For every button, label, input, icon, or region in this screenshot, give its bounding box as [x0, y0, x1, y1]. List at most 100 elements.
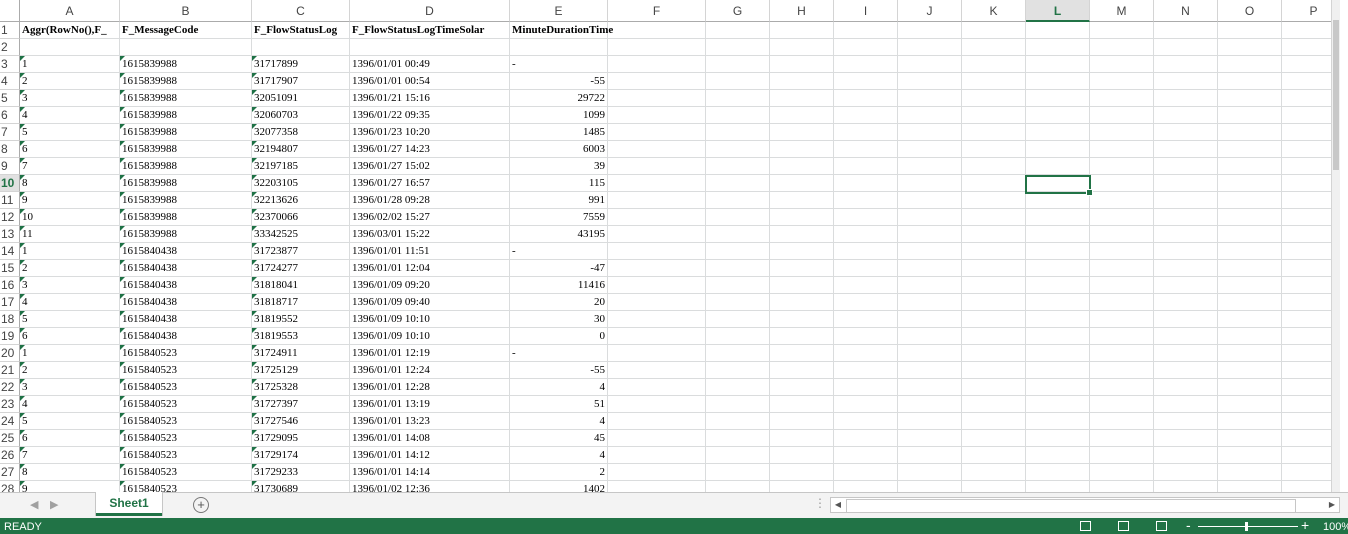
empty-cell[interactable]	[1090, 294, 1154, 311]
cell-d[interactable]: F_FlowStatusLogTimeSolar	[350, 22, 510, 39]
empty-cell[interactable]	[834, 345, 898, 362]
cell-c[interactable]: 31717899	[252, 56, 350, 73]
empty-cell[interactable]	[770, 413, 834, 430]
cell-d[interactable]: 1396/01/28 09:28	[350, 192, 510, 209]
empty-cell[interactable]	[962, 209, 1026, 226]
empty-cell[interactable]	[608, 56, 706, 73]
empty-cell[interactable]	[1154, 226, 1218, 243]
empty-cell[interactable]	[1154, 39, 1218, 56]
empty-cell[interactable]	[1090, 464, 1154, 481]
cell-a[interactable]: 11	[20, 226, 120, 243]
cell-b[interactable]: 1615840523	[120, 481, 252, 492]
empty-cell[interactable]	[706, 260, 770, 277]
sheet-tab-sheet1[interactable]: Sheet1	[96, 492, 162, 516]
empty-cell[interactable]	[1090, 345, 1154, 362]
empty-cell[interactable]	[770, 447, 834, 464]
empty-cell[interactable]	[834, 447, 898, 464]
empty-cell[interactable]	[608, 141, 706, 158]
row-header[interactable]: 10	[0, 175, 20, 192]
empty-cell[interactable]	[898, 243, 962, 260]
cell-c[interactable]: 31717907	[252, 73, 350, 90]
cell-c[interactable]: 31723877	[252, 243, 350, 260]
empty-cell[interactable]	[898, 277, 962, 294]
cell-b[interactable]: 1615840523	[120, 430, 252, 447]
page-break-preview-icon[interactable]	[1156, 521, 1167, 531]
row-header[interactable]: 28	[0, 481, 20, 492]
empty-cell[interactable]	[706, 243, 770, 260]
empty-cell[interactable]	[1026, 226, 1090, 243]
row-header[interactable]: 22	[0, 379, 20, 396]
column-header-o[interactable]: O	[1218, 0, 1282, 22]
cell-a[interactable]: 3	[20, 379, 120, 396]
empty-cell[interactable]	[898, 294, 962, 311]
empty-cell[interactable]	[1218, 294, 1282, 311]
empty-cell[interactable]	[898, 90, 962, 107]
empty-cell[interactable]	[1154, 294, 1218, 311]
empty-cell[interactable]	[608, 73, 706, 90]
empty-cell[interactable]	[1154, 277, 1218, 294]
empty-cell[interactable]	[1026, 73, 1090, 90]
empty-cell[interactable]	[834, 362, 898, 379]
empty-cell[interactable]	[834, 430, 898, 447]
empty-cell[interactable]	[770, 124, 834, 141]
empty-cell[interactable]	[770, 107, 834, 124]
cell-b[interactable]: 1615840523	[120, 447, 252, 464]
empty-cell[interactable]	[962, 328, 1026, 345]
empty-cell[interactable]	[1218, 124, 1282, 141]
empty-cell[interactable]	[1154, 73, 1218, 90]
empty-cell[interactable]	[706, 345, 770, 362]
empty-cell[interactable]	[608, 158, 706, 175]
empty-cell[interactable]	[608, 192, 706, 209]
empty-cell[interactable]	[1090, 22, 1154, 39]
row-header[interactable]: 5	[0, 90, 20, 107]
cell-c[interactable]: 33342525	[252, 226, 350, 243]
cell-b[interactable]: 1615839988	[120, 141, 252, 158]
empty-cell[interactable]	[706, 73, 770, 90]
cell-e[interactable]: 2	[510, 464, 608, 481]
vertical-scrollbar[interactable]	[1331, 0, 1340, 492]
empty-cell[interactable]	[962, 243, 1026, 260]
empty-cell[interactable]	[1218, 379, 1282, 396]
empty-cell[interactable]	[834, 22, 898, 39]
empty-cell[interactable]	[1154, 396, 1218, 413]
empty-cell[interactable]	[834, 328, 898, 345]
empty-cell[interactable]	[962, 260, 1026, 277]
empty-cell[interactable]	[834, 141, 898, 158]
empty-cell[interactable]	[962, 396, 1026, 413]
row-header[interactable]: 2	[0, 39, 20, 56]
empty-cell[interactable]	[1090, 209, 1154, 226]
empty-cell[interactable]	[1026, 192, 1090, 209]
cell-e[interactable]: 4	[510, 447, 608, 464]
tab-split-handle-icon[interactable]: ⋮	[814, 496, 826, 510]
cell-d[interactable]: 1396/01/01 14:12	[350, 447, 510, 464]
cell-a[interactable]: 1	[20, 243, 120, 260]
empty-cell[interactable]	[1218, 141, 1282, 158]
empty-cell[interactable]	[706, 379, 770, 396]
empty-cell[interactable]	[608, 464, 706, 481]
empty-cell[interactable]	[962, 175, 1026, 192]
cell-c[interactable]: 31819553	[252, 328, 350, 345]
empty-cell[interactable]	[770, 22, 834, 39]
cell-e[interactable]: 1402	[510, 481, 608, 492]
row-header[interactable]: 26	[0, 447, 20, 464]
empty-cell[interactable]	[770, 90, 834, 107]
cell-c[interactable]: 31819552	[252, 311, 350, 328]
empty-cell[interactable]	[1154, 430, 1218, 447]
cell-b[interactable]: 1615840438	[120, 294, 252, 311]
empty-cell[interactable]	[1218, 243, 1282, 260]
empty-cell[interactable]	[962, 345, 1026, 362]
empty-cell[interactable]	[1026, 124, 1090, 141]
empty-cell[interactable]	[834, 209, 898, 226]
empty-cell[interactable]	[770, 294, 834, 311]
empty-cell[interactable]	[706, 481, 770, 492]
empty-cell[interactable]	[1026, 328, 1090, 345]
empty-cell[interactable]	[962, 39, 1026, 56]
cell-d[interactable]: 1396/01/01 11:51	[350, 243, 510, 260]
row-header[interactable]: 8	[0, 141, 20, 158]
empty-cell[interactable]	[898, 73, 962, 90]
empty-cell[interactable]	[1218, 22, 1282, 39]
cell-a[interactable]: 2	[20, 260, 120, 277]
cell-e[interactable]: -	[510, 243, 608, 260]
cell-a[interactable]: 6	[20, 328, 120, 345]
cell-a[interactable]: 5	[20, 311, 120, 328]
